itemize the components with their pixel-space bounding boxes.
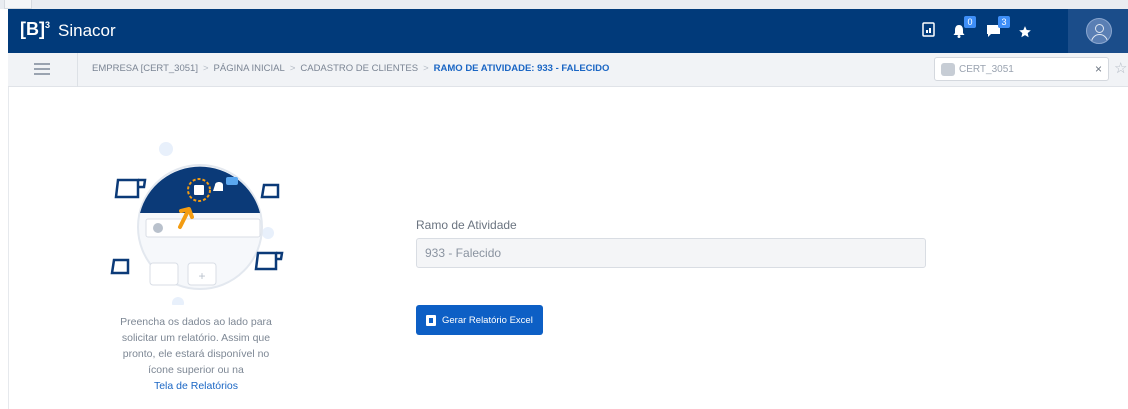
- app-header: [B]3 Sinacor 0 3: [8, 9, 1128, 53]
- chevron-right-icon: >: [202, 63, 209, 74]
- company-search-input[interactable]: [959, 61, 1079, 77]
- message-badge: 3: [998, 16, 1010, 28]
- generate-excel-button[interactable]: Gerar Relatório Excel: [416, 305, 543, 335]
- notification-badge: 0: [964, 16, 976, 28]
- activity-field[interactable]: [416, 238, 926, 268]
- breadcrumb-item-pagina-inicial[interactable]: PÁGINA INICIAL: [214, 63, 285, 74]
- field-label: Ramo de Atividade: [416, 218, 517, 232]
- app-name: Sinacor: [58, 21, 116, 40]
- report-form: Ramo de Atividade: [416, 218, 926, 268]
- help-line: Preencha os dados ao lado para: [120, 316, 272, 328]
- breadcrumb-item-empresa[interactable]: EMPRESA [CERT_3051]: [92, 63, 198, 74]
- chevron-right-icon: >: [289, 63, 296, 74]
- menu-icon[interactable]: [34, 63, 50, 76]
- browser-strip: [0, 0, 1128, 9]
- close-icon[interactable]: ×: [1095, 62, 1102, 76]
- company-icon: [941, 63, 955, 76]
- excel-icon: [426, 314, 436, 326]
- avatar-icon[interactable]: [1086, 18, 1112, 44]
- b3-logo[interactable]: [B]3: [20, 19, 50, 40]
- breadcrumb-item-cadastro[interactable]: CADASTRO DE CLIENTES: [300, 63, 418, 74]
- chevron-right-icon: >: [423, 63, 429, 74]
- report-illustration: +: [110, 142, 284, 305]
- favorite-star-icon[interactable]: ☆: [1114, 59, 1127, 77]
- report-icon[interactable]: [922, 22, 936, 38]
- help-text: Preencha os dados ao lado para solicitar…: [104, 314, 288, 394]
- breadcrumb-item-current: RAMO DE ATIVIDADE: 933 - FALECIDO: [433, 63, 610, 74]
- breadcrumb: EMPRESA [CERT_3051] > PÁGINA INICIAL > CADAS…: [92, 63, 609, 74]
- svg-text:+: +: [198, 269, 205, 283]
- help-line: ícone superior ou na: [148, 364, 244, 376]
- reports-link[interactable]: Tela de Relatórios: [104, 378, 288, 394]
- button-label: Gerar Relatório Excel: [442, 314, 533, 326]
- content-border: [8, 87, 9, 409]
- help-line: solicitar um relatório. Assim que: [121, 332, 271, 344]
- star-icon[interactable]: [1018, 25, 1032, 39]
- browser-tab[interactable]: [4, 0, 32, 9]
- user-menu[interactable]: [1068, 9, 1128, 53]
- company-search[interactable]: ×: [934, 57, 1109, 81]
- divider: [77, 53, 78, 87]
- breadcrumb-bar: EMPRESA [CERT_3051] > PÁGINA INICIAL > CADAS…: [8, 53, 1128, 87]
- help-line: pronto, ele estará disponível no: [122, 348, 270, 360]
